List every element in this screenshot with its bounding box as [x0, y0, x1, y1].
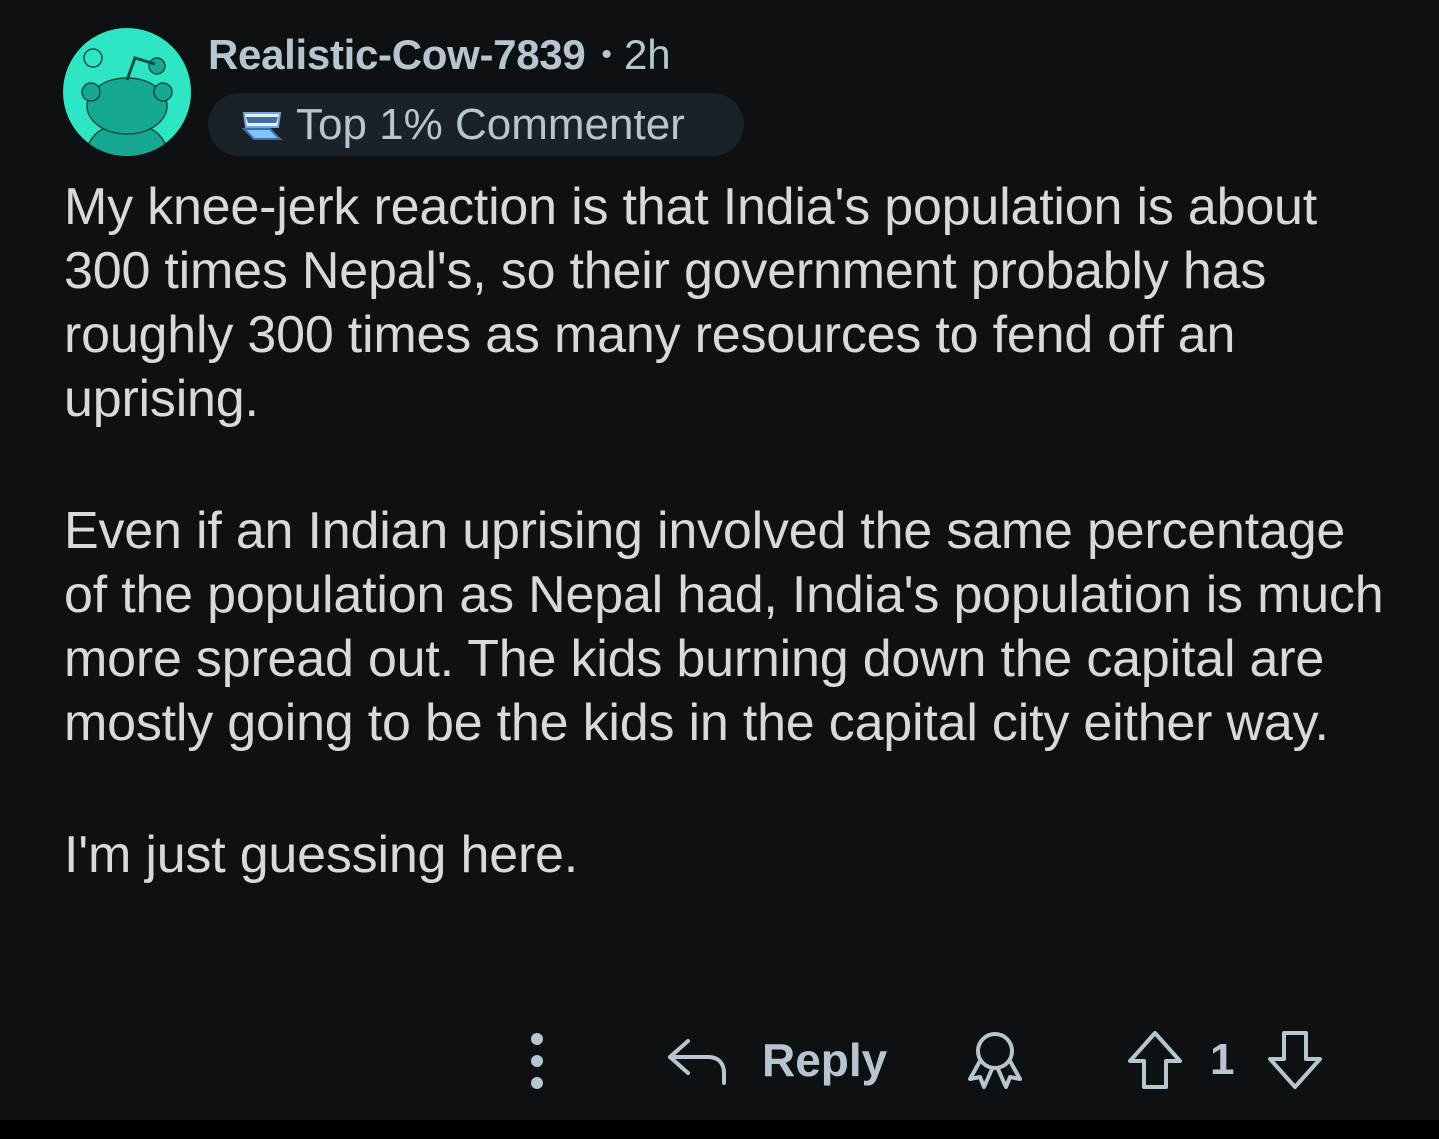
comment-actions: Reply 1 [0, 1025, 1439, 1095]
author-username[interactable]: Realistic-Cow-7839 [208, 31, 586, 79]
upvote-arrow-icon[interactable] [1124, 1029, 1186, 1091]
comment-card: Realistic-Cow-7839 • 2h Top 1% Commenter… [0, 0, 1439, 1120]
downvote-arrow-icon[interactable] [1264, 1029, 1326, 1091]
vote-count: 1 [1210, 1035, 1235, 1084]
reply-arrow-icon [666, 1033, 728, 1087]
screen-bottom-edge [0, 1120, 1439, 1139]
timestamp: 2h [623, 31, 671, 78]
user-avatar[interactable] [63, 28, 191, 156]
award-icon[interactable] [964, 1029, 1026, 1091]
user-flair-badge[interactable]: Top 1% Commenter [208, 93, 744, 156]
comment-meta: Realistic-Cow-7839 • 2h [208, 30, 671, 80]
comment-body: My knee-jerk reaction is that India's po… [64, 175, 1394, 887]
more-vertical-icon[interactable] [522, 1031, 552, 1091]
reply-label: Reply [762, 1034, 888, 1086]
comment-paragraph: I'm just guessing here. [64, 826, 579, 884]
flair-label: Top 1% Commenter [296, 99, 685, 149]
comment-paragraph: My knee-jerk reaction is that India's po… [64, 178, 1318, 428]
reply-button[interactable]: Reply [666, 1025, 887, 1095]
snoo-avatar-icon [63, 28, 191, 156]
top-commenter-icon [240, 107, 284, 143]
meta-separator: • [601, 38, 612, 71]
comment-paragraph: Even if an Indian uprising involved the … [64, 502, 1384, 752]
